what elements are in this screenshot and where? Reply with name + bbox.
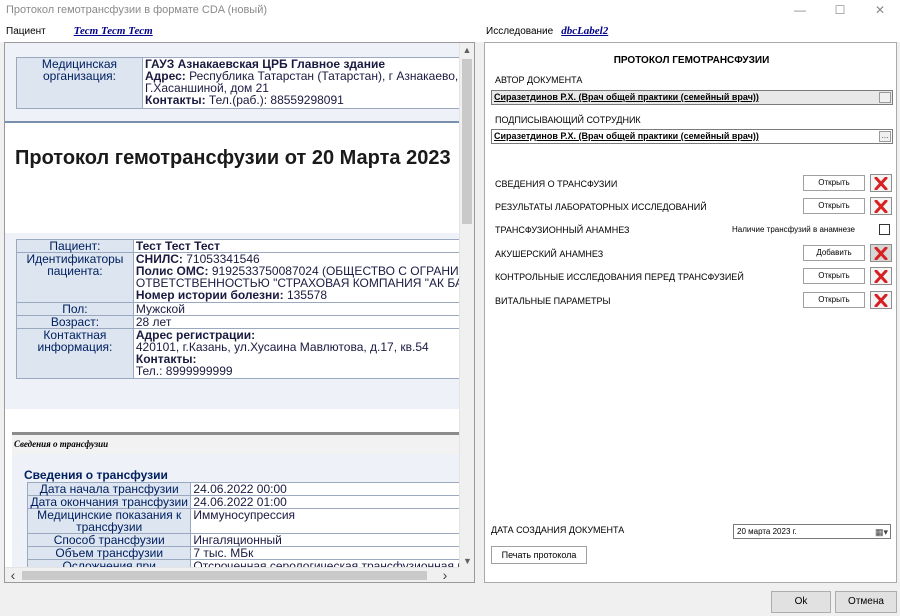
vertical-scroll-thumb[interactable]: [462, 59, 472, 224]
scroll-left-icon[interactable]: ‹: [5, 568, 21, 582]
author-label: АВТОР ДОКУМЕНТА: [495, 75, 583, 85]
section-lab-results-label: РЕЗУЛЬТАТЫ ЛАБОРАТОРНЫХ ИССЛЕДОВАНИЙ: [495, 202, 707, 212]
patient-age-label: Возраст:: [16, 315, 134, 329]
patient-sex-value: Мужской: [132, 302, 460, 316]
delete-x-icon: [874, 246, 888, 260]
document-content: Медицинская организация: ГАУЗ Азнакаевск…: [5, 43, 460, 569]
transfusion-row-value: 24.06.2022 01:00: [190, 495, 460, 509]
org-table: Медицинская организация: ГАУЗ Азнакаевск…: [16, 57, 460, 109]
transfusion-row: Дата начала трансфузии 24.06.2022 00:00: [26, 482, 460, 496]
author-value: Сиразетдинов Р.Х. (Врач общей практики (…: [494, 92, 759, 102]
horizontal-scrollbar[interactable]: ‹ ›: [5, 567, 474, 582]
transfusion-row-key: Способ трансфузии: [26, 533, 192, 547]
transfusion-table: Дата начала трансфузии 24.06.2022 00:00 Да…: [26, 482, 460, 569]
panel-title: ПРОТОКОЛ ГЕМОТРАНСФУЗИИ: [613, 55, 770, 66]
patient-contact-value: Адрес регистрации: 420101, г.Казань, ул.…: [132, 328, 460, 379]
creation-date-value: 20 марта 2023 г.: [737, 527, 797, 536]
delete-transfusion-button[interactable]: [870, 174, 892, 192]
transfusion-row-value: 7 тыс. МБк: [190, 546, 460, 560]
transfusion-row-key: Дата начала трансфузии: [26, 482, 192, 496]
print-protocol-button[interactable]: Печать протокола: [491, 546, 587, 564]
open-lab-results-button[interactable]: Открыть: [803, 198, 865, 214]
delete-x-icon: [874, 199, 888, 213]
study-label: Исследование: [486, 25, 554, 37]
horizontal-scroll-thumb[interactable]: [22, 571, 427, 580]
delete-x-icon: [874, 269, 888, 283]
transfusion-row-value: 24.06.2022 00:00: [190, 482, 460, 496]
signer-label: ПОДПИСЫВАЮЩИЙ СОТРУДНИК: [495, 115, 641, 125]
title-bar: Протокол гемотрансфузии в формате CDA (н…: [0, 0, 900, 20]
minimize-icon[interactable]: —: [780, 0, 820, 20]
section-bar-label: Сведения о трансфузии: [14, 439, 109, 449]
org-contacts: Контакты: Тел.(раб.): 88559298091: [145, 93, 344, 107]
transfusion-row-value: Иммуносупрессия: [190, 508, 460, 534]
scroll-right-icon[interactable]: ›: [437, 568, 453, 582]
transfusion-row: Способ трансфузии Ингаляционный: [26, 533, 460, 547]
delete-x-icon: [874, 176, 888, 190]
ok-button[interactable]: Ok: [771, 591, 831, 613]
signer-field[interactable]: Сиразетдинов Р.Х. (Врач общей практики (…: [491, 129, 893, 144]
open-control-tests-button[interactable]: Открыть: [803, 268, 865, 284]
org-section: Медицинская организация: ГАУЗ Азнакаевск…: [5, 43, 460, 123]
maximize-icon[interactable]: ☐: [820, 0, 860, 20]
patient-table: Пациент: Тест Тест Тест Идентификаторы п…: [16, 239, 460, 379]
patient-section: Пациент: Тест Тест Тест Идентификаторы п…: [5, 233, 460, 409]
open-transfusion-button[interactable]: Открыть: [803, 175, 865, 191]
vertical-scrollbar[interactable]: ▲ ▼: [459, 43, 474, 569]
delete-lab-results-button[interactable]: [870, 197, 892, 215]
study-header: Исследование dbcLabel2: [480, 20, 900, 42]
add-obstetric-button[interactable]: Добавить: [803, 245, 865, 261]
document-viewer[interactable]: Медицинская организация: ГАУЗ Азнакаевск…: [4, 42, 475, 583]
section-vitals-label: ВИТАЛЬНЫЕ ПАРАМЕТРЫ: [495, 296, 611, 306]
creation-date-label: ДАТА СОЗДАНИЯ ДОКУМЕНТА: [491, 525, 625, 535]
section-obstetric-label: АКУШЕРСКИЙ АНАМНЕЗ: [495, 249, 604, 259]
org-label: Медицинская организация:: [16, 57, 143, 109]
patient-name-value: Тест Тест Тест: [132, 239, 460, 253]
delete-obstetric-button[interactable]: [870, 244, 892, 262]
window-title: Протокол гемотрансфузии в формате CDA (н…: [6, 4, 268, 16]
signer-value: Сиразетдинов Р.Х. (Врач общей практики (…: [494, 131, 759, 141]
history-checkbox[interactable]: [879, 224, 890, 235]
transfusion-row-value: Ингаляционный: [190, 533, 460, 547]
document-title: Протокол гемотрансфузии от 20 Марта 2023: [15, 147, 451, 169]
transfusion-row: Дата окончания трансфузии 24.06.2022 01:0…: [26, 495, 460, 509]
transfusion-section: Сведения о трансфузии Дата начала трансф…: [12, 454, 460, 569]
author-browse-button: [879, 92, 891, 103]
author-field[interactable]: Сиразетдинов Р.Х. (Врач общей практики (…: [491, 90, 893, 105]
transfusion-row: Объем трансфузии 7 тыс. МБк: [26, 546, 460, 560]
section-control-tests-label: КОНТРОЛЬНЫЕ ИССЛЕДОВАНИЯ ПЕРЕД ТРАНСФУЗИ…: [495, 272, 744, 282]
section-transfusion-label: СВЕДЕНИЯ О ТРАНСФУЗИИ: [495, 179, 618, 189]
close-icon[interactable]: ✕: [860, 0, 900, 20]
patient-header: Пациент Тест Тест Тест: [0, 20, 480, 42]
protocol-panel: ПРОТОКОЛ ГЕМОТРАНСФУЗИИ АВТОР ДОКУМЕНТА …: [484, 42, 897, 583]
transfusion-title: Сведения о трансфузии: [24, 468, 168, 482]
transfusion-row: Медицинские показания к трансфузии Иммуно…: [26, 508, 460, 534]
delete-vitals-button[interactable]: [870, 291, 892, 309]
scroll-up-icon[interactable]: ▲: [460, 43, 474, 58]
section-bar: Сведения о трансфузии: [12, 432, 460, 454]
cancel-button[interactable]: Отмена: [835, 591, 897, 613]
org-value: ГАУЗ Азнакаевская ЦРБ Главное здание Адр…: [142, 57, 460, 109]
patient-name-label: Пациент:: [16, 239, 134, 253]
study-link[interactable]: dbcLabel2: [561, 25, 608, 37]
open-vitals-button[interactable]: Открыть: [803, 292, 865, 308]
history-checkbox-label: Наличие трансфузий в анамнезе: [732, 225, 855, 234]
patient-age-value: 28 лет: [132, 315, 460, 329]
transfusion-row-key: Медицинские показания к трансфузии: [26, 508, 192, 534]
transfusion-row-key: Дата окончания трансфузии: [26, 495, 192, 509]
patient-sex-label: Пол:: [16, 302, 134, 316]
calendar-icon[interactable]: ▦▾: [875, 526, 888, 539]
patient-ids-label: Идентификаторы пациента:: [16, 252, 134, 303]
signer-browse-button[interactable]: ...: [879, 131, 891, 142]
transfusion-row-key: Объем трансфузии: [26, 546, 192, 560]
delete-control-tests-button[interactable]: [870, 267, 892, 285]
patient-link[interactable]: Тест Тест Тест: [74, 25, 153, 37]
patient-contact-label: Контактная информация:: [16, 328, 134, 379]
patient-label: Пациент: [6, 25, 46, 37]
section-transfusion-history-label: ТРАНСФУЗИОННЫЙ АНАМНЕЗ: [495, 225, 630, 235]
creation-date-field[interactable]: 20 марта 2023 г. ▦▾: [733, 524, 891, 539]
delete-x-icon: [874, 293, 888, 307]
scroll-corner: [459, 567, 474, 582]
patient-ids-value: СНИЛС: 71053341546 Полис ОМС: 9192533750…: [132, 252, 460, 303]
